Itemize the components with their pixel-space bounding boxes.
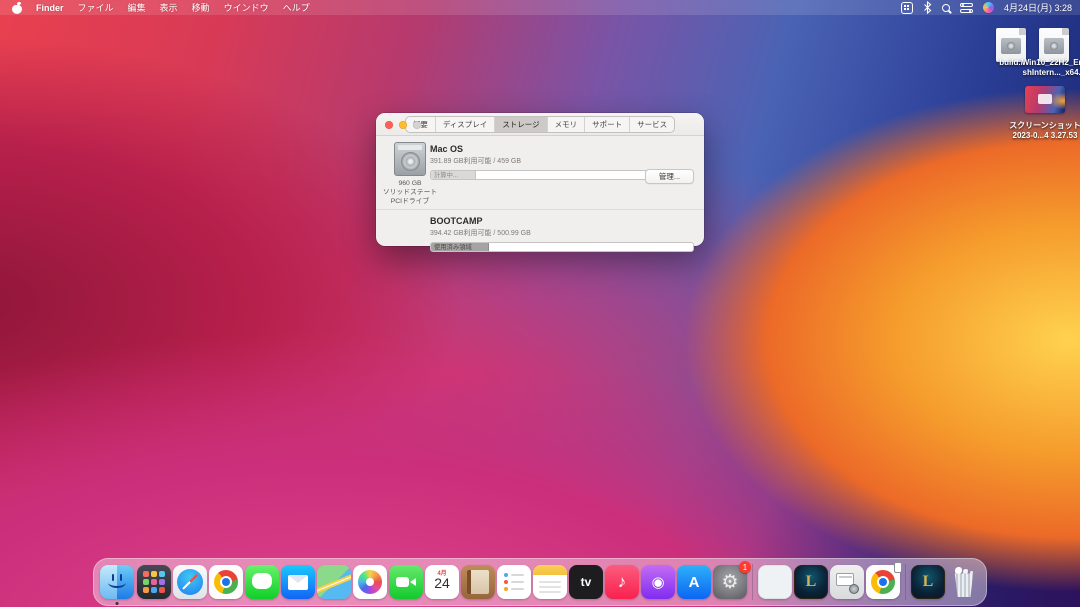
desktop-icon-screenshot[interactable] xyxy=(1025,86,1065,113)
menu-bar-clock[interactable]: 4月24日(月) 3:28 xyxy=(1004,1,1072,14)
contacts-icon[interactable] xyxy=(461,565,495,599)
menu-item-window[interactable]: ウインドウ xyxy=(224,1,269,14)
tab-support[interactable]: サポート xyxy=(584,117,629,132)
trash-icon[interactable] xyxy=(947,565,981,599)
dock: 4月 24 tv ♪ ◉ A ⚙ 1 L L xyxy=(93,558,987,606)
system-preferences-icon[interactable]: ⚙ 1 xyxy=(713,565,747,599)
window-tab-bar: 概要 ディスプレイ ストレージ メモリ サポート サービス xyxy=(405,116,675,133)
volume-bootcamp: BOOTCAMP 394.42 GB利用可能 / 500.99 GB 使用済み領… xyxy=(430,216,694,252)
apple-logo-icon[interactable] xyxy=(12,2,22,14)
menu-item-view[interactable]: 表示 xyxy=(160,1,178,14)
desktop-icon-label: スクリーンショット 2023-0...4 3.27.53 xyxy=(1000,121,1080,141)
storage-bar-fill-calculating: 計算中... xyxy=(431,171,476,179)
notification-badge: 1 xyxy=(739,561,751,573)
about-this-mac-window: 概要 ディスプレイ ストレージ メモリ サポート サービス 960 GB ソリッ… xyxy=(376,113,704,246)
running-indicator xyxy=(116,602,119,605)
desktop-icon-disk-image-2[interactable] xyxy=(1039,28,1069,62)
traffic-lights xyxy=(385,121,421,129)
storage-bar: 使用済み領域 xyxy=(430,242,694,252)
disk-image-glyph xyxy=(1044,38,1064,54)
bluetooth-icon[interactable] xyxy=(923,1,932,14)
music-icon[interactable]: ♪ xyxy=(605,565,639,599)
league-of-legends-icon[interactable]: L xyxy=(794,565,828,599)
section-divider xyxy=(376,209,704,210)
tab-memory[interactable]: メモリ xyxy=(547,117,585,132)
tab-storage[interactable]: ストレージ xyxy=(494,117,546,132)
dock-separator xyxy=(752,564,753,600)
photos-icon[interactable] xyxy=(353,565,387,599)
apple-tv-icon[interactable]: tv xyxy=(569,565,603,599)
disk-image-glyph xyxy=(1001,38,1021,54)
manage-button[interactable]: 管理... xyxy=(645,169,694,184)
siri-icon[interactable] xyxy=(983,2,994,13)
window-body: 960 GB ソリッドステート PCIドライブ Mac OS 391.89 GB… xyxy=(376,136,704,245)
menu-bar-status: 4月24日(月) 3:28 xyxy=(901,1,1080,14)
hard-drive-icon xyxy=(394,142,426,176)
desktop-icon-disk-image-1[interactable] xyxy=(996,28,1026,62)
maps-icon[interactable] xyxy=(317,565,351,599)
app-store-icon[interactable]: A xyxy=(677,565,711,599)
menu-bar-left: Finder ファイル 編集 表示 移動 ウインドウ ヘルプ xyxy=(0,1,310,14)
tab-service[interactable]: サービス xyxy=(629,117,674,132)
volume-detail: 394.42 GB利用可能 / 500.99 GB xyxy=(430,228,694,238)
input-source-icon[interactable] xyxy=(901,2,913,14)
launchpad-icon[interactable] xyxy=(137,565,171,599)
facetime-icon[interactable] xyxy=(389,565,423,599)
dock-slot xyxy=(99,558,135,606)
podcasts-icon[interactable]: ◉ xyxy=(641,565,675,599)
zoom-button-disabled xyxy=(413,121,421,129)
window-badge xyxy=(894,562,902,573)
window-titlebar[interactable]: 概要 ディスプレイ ストレージ メモリ サポート サービス xyxy=(376,113,704,136)
volume-name: BOOTCAMP xyxy=(430,216,694,226)
finder-icon[interactable] xyxy=(100,565,134,599)
installer-icon[interactable] xyxy=(830,565,864,599)
volume-name: Mac OS xyxy=(430,144,694,154)
mail-icon[interactable] xyxy=(281,565,315,599)
volume-detail: 391.89 GB利用可能 / 459 GB xyxy=(430,156,694,166)
dock-separator xyxy=(905,564,906,600)
chrome-icon[interactable] xyxy=(209,565,243,599)
spotlight-icon[interactable] xyxy=(942,4,950,12)
blank-app-icon[interactable] xyxy=(758,565,792,599)
messages-icon[interactable] xyxy=(245,565,279,599)
menu-bar: Finder ファイル 編集 表示 移動 ウインドウ ヘルプ 4月24日(月) … xyxy=(0,0,1080,15)
storage-bar-fill-used: 使用済み領域 xyxy=(431,243,489,251)
safari-icon[interactable] xyxy=(173,565,207,599)
close-button[interactable] xyxy=(385,121,393,129)
tab-displays[interactable]: ディスプレイ xyxy=(435,117,494,132)
menu-item-finder[interactable]: Finder xyxy=(36,3,64,13)
menu-item-help[interactable]: ヘルプ xyxy=(283,1,310,14)
menu-item-go[interactable]: 移動 xyxy=(192,1,210,14)
desktop-icon-label: Win10_22H2_Eng shIntern..._x64.is xyxy=(1012,58,1080,78)
league-of-legends-folder-icon[interactable]: L xyxy=(911,565,945,599)
calendar-icon[interactable]: 4月 24 xyxy=(425,565,459,599)
disk-label: 960 GB ソリッドステート PCIドライブ xyxy=(382,179,438,206)
control-center-icon[interactable] xyxy=(960,3,973,13)
reminders-icon[interactable] xyxy=(497,565,531,599)
chrome-window-icon[interactable] xyxy=(866,565,900,599)
minimize-button[interactable] xyxy=(399,121,407,129)
desktop: Finder ファイル 編集 表示 移動 ウインドウ ヘルプ 4月24日(月) … xyxy=(0,0,1080,607)
menu-item-file[interactable]: ファイル xyxy=(78,1,114,14)
menu-item-edit[interactable]: 編集 xyxy=(128,1,146,14)
notes-icon[interactable] xyxy=(533,565,567,599)
